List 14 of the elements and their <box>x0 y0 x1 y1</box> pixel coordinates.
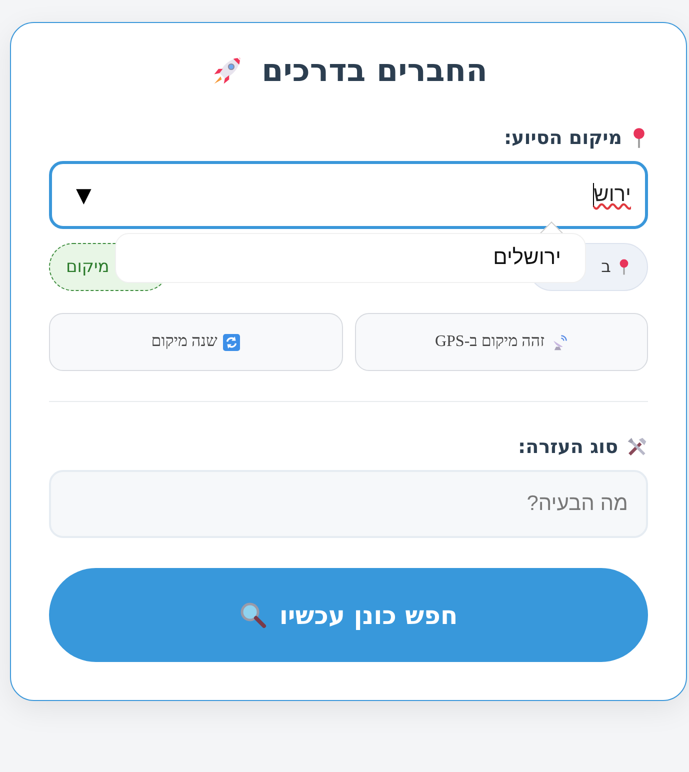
typed-text: ירוש <box>592 183 631 207</box>
problem-field[interactable]: מה הבעיה? <box>49 470 648 538</box>
gps-button[interactable]: זהה מיקום ב-GPS <box>354 313 648 371</box>
change-location-button[interactable]: שנה מיקום <box>49 313 342 371</box>
pushpin-icon <box>617 258 631 276</box>
magnifier-icon <box>239 601 268 629</box>
chip-text: ב <box>601 257 611 277</box>
dropdown-caret[interactable]: ▼ <box>76 183 92 207</box>
location-field[interactable]: ירוש ▼ <box>49 161 648 229</box>
refresh-icon <box>223 334 240 350</box>
tools-icon <box>626 436 648 458</box>
field-label: מיקום הסיוע: <box>504 127 622 149</box>
app-title: החברים בדרכים <box>262 53 488 89</box>
field-label: סוג העזרה: <box>518 436 618 458</box>
